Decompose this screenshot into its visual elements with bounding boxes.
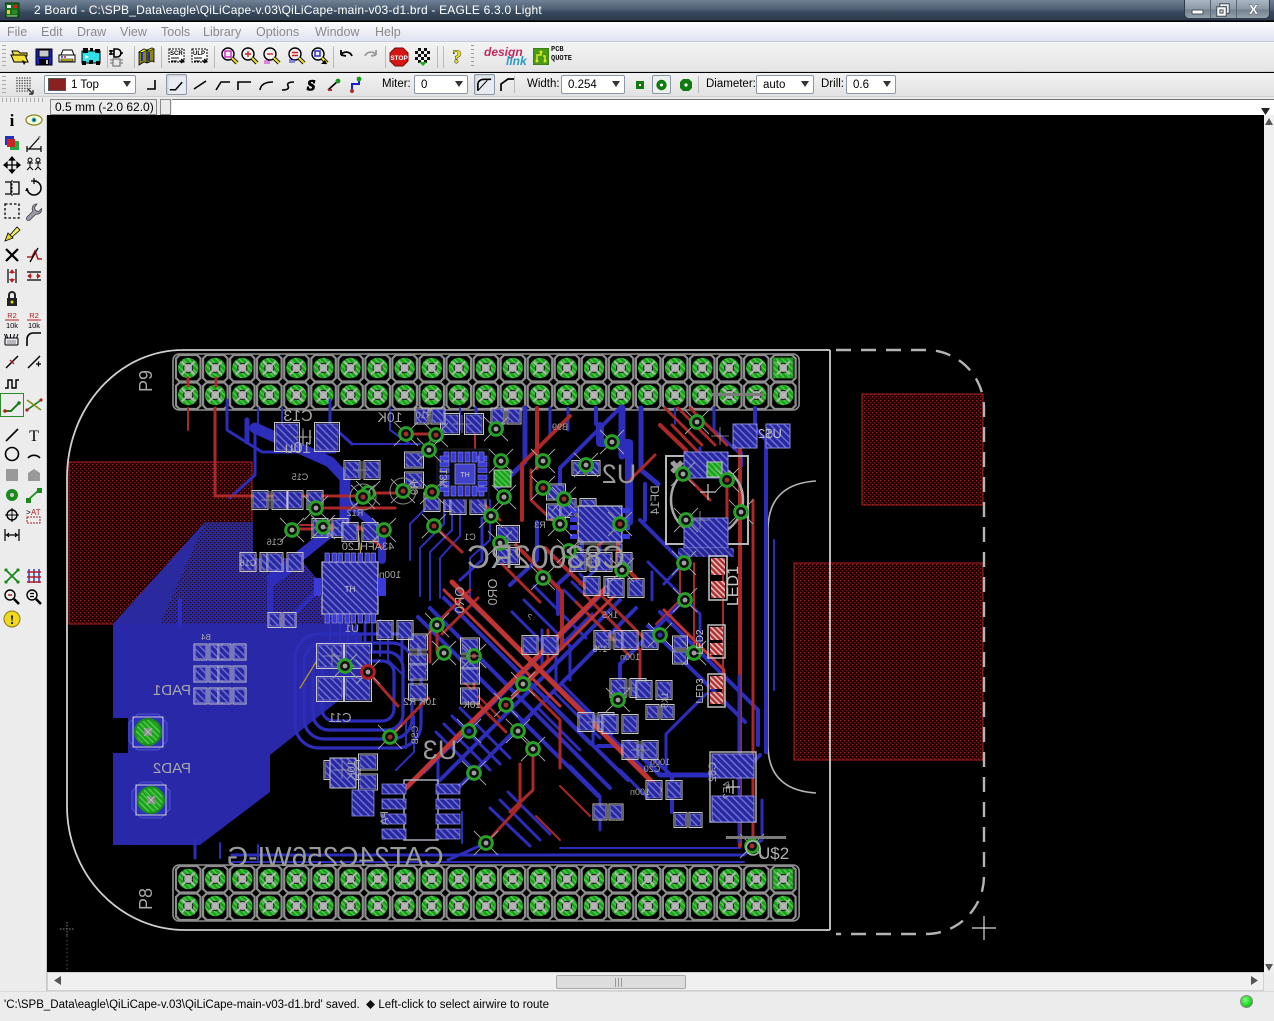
svg-text:C15: C15 <box>292 472 309 482</box>
svg-text:B99: B99 <box>552 422 568 432</box>
svg-text:C52: C52 <box>707 762 719 782</box>
svg-text:U1: U1 <box>345 623 359 635</box>
svg-text:DF14: DF14 <box>648 485 662 515</box>
svg-text:U2: U2 <box>602 459 637 489</box>
svg-text:13K: 13K <box>438 468 450 488</box>
svg-text:C11: C11 <box>329 710 352 725</box>
svg-text:X: X <box>1249 2 1258 17</box>
svg-text:TH: TH <box>345 585 356 594</box>
svg-text:100n: 100n <box>379 570 401 581</box>
svg-text:B4: B4 <box>201 633 211 642</box>
svg-text:OR0: OR0 <box>452 587 467 614</box>
svg-text:U$2: U$2 <box>758 844 789 863</box>
svg-text:P8: P8 <box>136 888 156 910</box>
svg-text:LED2: LED2 <box>695 629 706 654</box>
svg-text:10K: 10K <box>463 700 481 711</box>
svg-text:°: ° <box>38 135 41 143</box>
svg-text:C13: C13 <box>283 408 312 425</box>
svg-text:1K5: 1K5 <box>602 610 618 620</box>
svg-text:4E?: 4E? <box>722 781 733 799</box>
svg-text:AT: AT <box>31 508 41 517</box>
svg-text:CAT24C256WI-G: CAT24C256WI-G <box>226 841 443 872</box>
svg-text:100n: 100n <box>650 757 670 767</box>
svg-text:ULP: ULP <box>193 51 205 57</box>
svg-text:C1: C1 <box>464 532 476 542</box>
svg-text:1K5: 1K5 <box>660 692 670 708</box>
svg-text:T: T <box>29 428 39 445</box>
svg-text:R2: R2 <box>29 311 39 320</box>
svg-text:100n: 100n <box>620 652 640 662</box>
svg-text:10K R2: 10K R2 <box>403 697 437 708</box>
svg-text:OR0: OR0 <box>485 579 500 606</box>
svg-text:43AFHL20: 43AFHL20 <box>342 541 395 553</box>
svg-text:PAD2: PAD2 <box>153 760 191 777</box>
svg-text:S: S <box>307 78 315 94</box>
svg-text:10k: 10k <box>6 321 18 330</box>
svg-text:P9: P9 <box>136 370 156 392</box>
svg-text:PA: PA <box>379 811 391 826</box>
svg-text:R3: R3 <box>534 520 546 530</box>
svg-text:10u: 10u <box>285 440 312 457</box>
svg-text:i: i <box>10 111 15 130</box>
svg-text:?: ? <box>527 613 532 622</box>
svg-text:C83002RC: C83002RC <box>467 539 625 575</box>
svg-text:LED3: LED3 <box>695 678 706 703</box>
svg-text:10K: 10K <box>377 409 403 425</box>
svg-text:R2: R2 <box>7 311 17 320</box>
svg-text:1?5: 1?5 <box>592 644 607 654</box>
svg-text:CSB: CSB <box>410 726 420 745</box>
svg-text:STOP: STOP <box>390 55 408 62</box>
svg-text:PAD1: PAD1 <box>153 682 191 699</box>
svg-text:C16: C16 <box>267 537 284 547</box>
svg-text:TH: TH <box>460 472 469 479</box>
svg-text:SCR: SCR <box>170 51 183 57</box>
svg-text:10k: 10k <box>28 321 40 330</box>
svg-text:!: ! <box>10 612 14 627</box>
svg-text:R12: R12 <box>347 508 364 518</box>
svg-text:?: ? <box>452 47 462 68</box>
svg-text:100n: 100n <box>630 787 650 797</box>
svg-text:U3: U3 <box>423 735 458 765</box>
svg-text:R10: R10 <box>416 410 433 420</box>
svg-text:R9: R9 <box>409 481 421 495</box>
svg-text:U$2: U$2 <box>758 426 782 441</box>
svg-text:LED1: LED1 <box>725 566 742 606</box>
svg-text:C16: C16 <box>240 558 257 568</box>
